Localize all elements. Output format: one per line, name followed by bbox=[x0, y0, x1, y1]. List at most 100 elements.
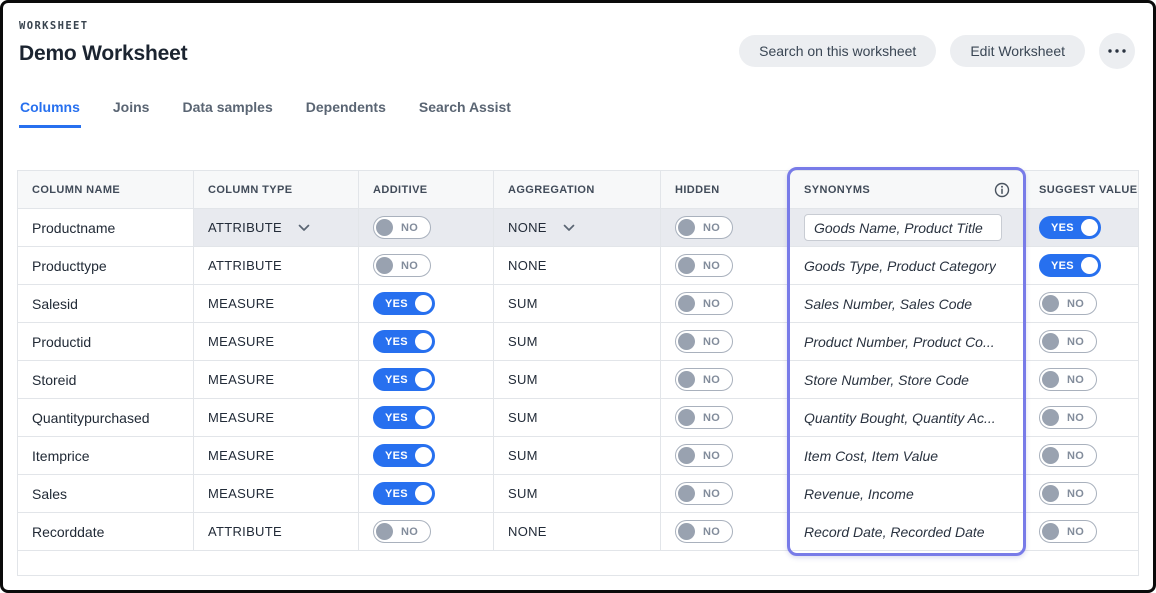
edit-worksheet-button[interactable]: Edit Worksheet bbox=[950, 35, 1085, 67]
header-column-type: COLUMN TYPE bbox=[194, 171, 359, 208]
hidden-toggle[interactable]: NO bbox=[675, 444, 733, 467]
aggregation-cell[interactable]: SUM bbox=[494, 285, 661, 322]
hidden-toggle-label: NO bbox=[703, 260, 720, 272]
worksheet-tabs: Columns Joins Data samples Dependents Search… bbox=[3, 99, 1153, 128]
additive-toggle[interactable]: NO bbox=[373, 520, 431, 543]
column-type-cell[interactable]: MEASURE bbox=[194, 285, 359, 322]
hidden-toggle[interactable]: NO bbox=[675, 520, 733, 543]
synonyms-cell[interactable]: Product Number, Product Co... bbox=[790, 323, 1025, 360]
synonyms-cell[interactable]: Record Date, Recorded Date bbox=[790, 513, 1025, 550]
aggregation-cell[interactable]: NONE bbox=[494, 209, 661, 246]
aggregation-cell[interactable]: SUM bbox=[494, 437, 661, 474]
hidden-toggle[interactable]: NO bbox=[675, 406, 733, 429]
column-type-cell[interactable]: ATTRIBUTE bbox=[194, 247, 359, 284]
aggregation-cell[interactable]: SUM bbox=[494, 399, 661, 436]
additive-toggle-knob bbox=[376, 523, 393, 540]
hidden-toggle[interactable]: NO bbox=[675, 368, 733, 391]
additive-toggle[interactable]: YES bbox=[373, 406, 435, 429]
search-on-worksheet-button[interactable]: Search on this worksheet bbox=[739, 35, 936, 67]
aggregation-cell[interactable]: SUM bbox=[494, 361, 661, 398]
column-type-text: ATTRIBUTE bbox=[208, 524, 282, 539]
suggest-values-toggle[interactable]: NO bbox=[1039, 482, 1097, 505]
hidden-toggle[interactable]: NO bbox=[675, 216, 733, 239]
suggest-values-toggle-knob bbox=[1042, 371, 1059, 388]
additive-toggle[interactable]: YES bbox=[373, 482, 435, 505]
synonyms-cell[interactable]: Goods Name, Product Title bbox=[790, 209, 1025, 246]
column-type-text: MEASURE bbox=[208, 334, 274, 349]
additive-toggle[interactable]: NO bbox=[373, 254, 431, 277]
column-type-dropdown[interactable] bbox=[298, 224, 310, 232]
column-name-cell: Storeid bbox=[18, 361, 194, 398]
additive-toggle-knob bbox=[376, 257, 393, 274]
suggest-values-cell: YES bbox=[1025, 209, 1138, 246]
column-type-cell[interactable]: MEASURE bbox=[194, 437, 359, 474]
suggest-values-toggle[interactable]: NO bbox=[1039, 330, 1097, 353]
info-icon[interactable] bbox=[994, 182, 1010, 198]
additive-toggle[interactable]: YES bbox=[373, 292, 435, 315]
hidden-toggle[interactable]: NO bbox=[675, 330, 733, 353]
column-name-cell: Productid bbox=[18, 323, 194, 360]
synonyms-cell[interactable]: Goods Type, Product Category bbox=[790, 247, 1025, 284]
tab-columns[interactable]: Columns bbox=[19, 99, 81, 128]
synonyms-cell[interactable]: Revenue, Income bbox=[790, 475, 1025, 512]
column-type-text: MEASURE bbox=[208, 448, 274, 463]
table-row-productid: Productid MEASURE YES SUM NO Product Number, … bbox=[18, 323, 1138, 361]
synonyms-cell[interactable]: Store Number, Store Code bbox=[790, 361, 1025, 398]
additive-toggle[interactable]: YES bbox=[373, 330, 435, 353]
suggest-values-cell: YES bbox=[1025, 247, 1138, 284]
column-type-cell[interactable]: ATTRIBUTE bbox=[194, 209, 359, 246]
aggregation-dropdown[interactable] bbox=[563, 224, 575, 232]
suggest-values-toggle[interactable]: NO bbox=[1039, 368, 1097, 391]
suggest-values-toggle[interactable]: YES bbox=[1039, 254, 1101, 277]
suggest-values-toggle-label: YES bbox=[1051, 222, 1074, 234]
tab-joins[interactable]: Joins bbox=[112, 99, 151, 128]
column-type-cell[interactable]: MEASURE bbox=[194, 399, 359, 436]
additive-toggle[interactable]: YES bbox=[373, 368, 435, 391]
header-actions: Search on this worksheet Edit Worksheet bbox=[739, 33, 1135, 69]
suggest-values-toggle-knob bbox=[1042, 485, 1059, 502]
header-column-name-label: COLUMN NAME bbox=[32, 184, 120, 196]
synonyms-cell[interactable]: Item Cost, Item Value bbox=[790, 437, 1025, 474]
synonyms-text: Sales Number, Sales Code bbox=[804, 296, 972, 312]
hidden-toggle-label: NO bbox=[703, 450, 720, 462]
hidden-toggle[interactable]: NO bbox=[675, 292, 733, 315]
column-name-text: Itemprice bbox=[32, 448, 90, 464]
hidden-toggle-label: NO bbox=[703, 488, 720, 500]
suggest-values-toggle[interactable]: NO bbox=[1039, 444, 1097, 467]
synonyms-text: Store Number, Store Code bbox=[804, 372, 969, 388]
aggregation-cell[interactable]: NONE bbox=[494, 247, 661, 284]
more-options-button[interactable] bbox=[1099, 33, 1135, 69]
column-type-cell[interactable]: ATTRIBUTE bbox=[194, 513, 359, 550]
tab-data-samples[interactable]: Data samples bbox=[181, 99, 273, 128]
hidden-toggle[interactable]: NO bbox=[675, 482, 733, 505]
suggest-values-toggle-label: NO bbox=[1067, 374, 1084, 386]
suggest-values-toggle-knob bbox=[1042, 523, 1059, 540]
hidden-cell: NO bbox=[661, 437, 790, 474]
hidden-toggle[interactable]: NO bbox=[675, 254, 733, 277]
suggest-values-toggle[interactable]: YES bbox=[1039, 216, 1101, 239]
column-type-cell[interactable]: MEASURE bbox=[194, 475, 359, 512]
aggregation-text: SUM bbox=[508, 372, 538, 387]
column-type-cell[interactable]: MEASURE bbox=[194, 323, 359, 360]
additive-toggle[interactable]: NO bbox=[373, 216, 431, 239]
synonyms-cell[interactable]: Quantity Bought, Quantity Ac... bbox=[790, 399, 1025, 436]
column-name-text: Productname bbox=[32, 220, 115, 236]
aggregation-text: SUM bbox=[508, 296, 538, 311]
hidden-cell: NO bbox=[661, 247, 790, 284]
column-type-cell[interactable]: MEASURE bbox=[194, 361, 359, 398]
suggest-values-toggle[interactable]: NO bbox=[1039, 406, 1097, 429]
aggregation-cell[interactable]: SUM bbox=[494, 475, 661, 512]
hidden-toggle-label: NO bbox=[703, 222, 720, 234]
tab-search-assist[interactable]: Search Assist bbox=[418, 99, 512, 128]
synonyms-input[interactable]: Goods Name, Product Title bbox=[804, 214, 1002, 241]
suggest-values-toggle[interactable]: NO bbox=[1039, 292, 1097, 315]
aggregation-cell[interactable]: NONE bbox=[494, 513, 661, 550]
synonyms-cell[interactable]: Sales Number, Sales Code bbox=[790, 285, 1025, 322]
hidden-toggle-knob bbox=[678, 219, 695, 236]
aggregation-cell[interactable]: SUM bbox=[494, 323, 661, 360]
additive-toggle[interactable]: YES bbox=[373, 444, 435, 467]
suggest-values-toggle[interactable]: NO bbox=[1039, 520, 1097, 543]
chevron-down-icon bbox=[563, 224, 575, 232]
column-name-text: Salesid bbox=[32, 296, 78, 312]
tab-dependents[interactable]: Dependents bbox=[305, 99, 387, 128]
